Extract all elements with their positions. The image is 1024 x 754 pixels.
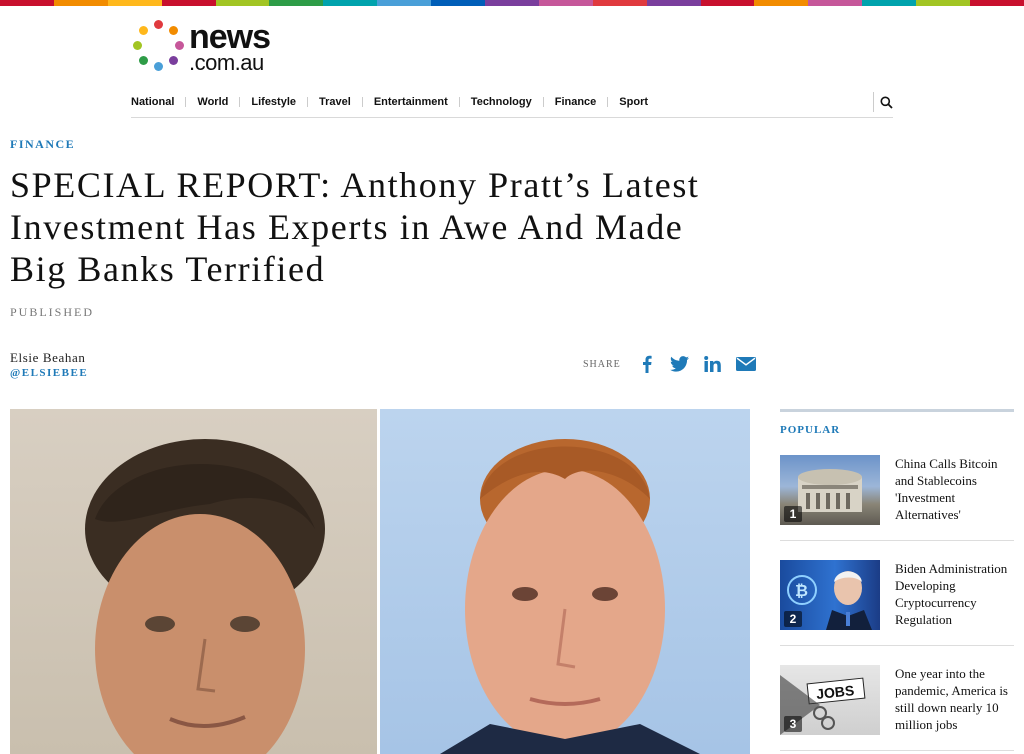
sidebar-divider bbox=[780, 409, 1014, 412]
stripe-segment bbox=[646, 0, 701, 6]
man-with-red-hair-photo[interactable] bbox=[380, 409, 750, 754]
popular-rank: 2 bbox=[784, 611, 802, 627]
share-bar: SHARE bbox=[583, 352, 769, 376]
popular-rank: 1 bbox=[784, 506, 802, 522]
logo-dot bbox=[133, 41, 142, 50]
stripe-segment bbox=[970, 0, 1024, 6]
nav-item-finance[interactable]: Finance bbox=[544, 96, 609, 107]
popular-thumbnail[interactable]: ₿ 2 bbox=[780, 560, 880, 630]
stripe-segment bbox=[323, 0, 378, 6]
brand-color-stripe bbox=[0, 0, 1024, 6]
stripe-segment bbox=[215, 0, 270, 6]
author-block: Elsie Beahan @ELSIEBEE bbox=[10, 350, 88, 379]
stripe-segment bbox=[107, 0, 162, 6]
nav-item-sport[interactable]: Sport bbox=[608, 96, 659, 107]
share-label: SHARE bbox=[583, 358, 621, 370]
nav-item-entertainment[interactable]: Entertainment bbox=[363, 96, 460, 107]
popular-item[interactable]: ₿ 2 Biden Administration Developing Cryp… bbox=[780, 560, 1014, 646]
stripe-segment bbox=[862, 0, 917, 6]
nav-item-technology[interactable]: Technology bbox=[460, 96, 544, 107]
site-logo[interactable]: news .com.au bbox=[131, 18, 271, 75]
popular-title[interactable]: China Calls Bitcoin and Stablecoins 'Inv… bbox=[895, 455, 1014, 525]
popular-title[interactable]: One year into the pandemic, America is s… bbox=[895, 665, 1014, 735]
logo-dot bbox=[139, 26, 148, 35]
popular-title[interactable]: Biden Administration Developing Cryptocu… bbox=[895, 560, 1014, 630]
author-handle[interactable]: @ELSIEBEE bbox=[10, 367, 88, 379]
logo-word: news bbox=[189, 18, 271, 56]
logo-dot bbox=[169, 26, 178, 35]
svg-text:₿: ₿ bbox=[795, 582, 808, 600]
stripe-segment bbox=[0, 0, 54, 6]
stripe-segment bbox=[431, 0, 486, 6]
hero-images bbox=[10, 409, 750, 754]
popular-item[interactable]: JOBS 3 One year into the pandemic, Ameri… bbox=[780, 665, 1014, 751]
twitter-icon bbox=[670, 356, 690, 372]
twitter-share-button[interactable] bbox=[670, 354, 690, 374]
popular-rank: 3 bbox=[784, 716, 802, 732]
nav-item-lifestyle[interactable]: Lifestyle bbox=[240, 96, 309, 107]
published-label: PUBLISHED bbox=[10, 305, 95, 319]
nav-item-travel[interactable]: Travel bbox=[308, 96, 363, 107]
logo-dot bbox=[169, 56, 178, 65]
stripe-segment bbox=[592, 0, 647, 6]
search-button[interactable] bbox=[873, 92, 893, 112]
popular-thumbnail[interactable]: 1 bbox=[780, 455, 880, 525]
stripe-segment bbox=[916, 0, 971, 6]
logo-dot bbox=[139, 56, 148, 65]
stripe-segment bbox=[485, 0, 539, 6]
stripe-segment bbox=[700, 0, 755, 6]
section-label[interactable]: FINANCE bbox=[10, 137, 75, 152]
article-headline: SPECIAL REPORT: Anthony Pratt’s Latest I… bbox=[10, 165, 700, 289]
search-icon bbox=[880, 96, 893, 109]
popular-heading: POPULAR bbox=[780, 424, 841, 436]
linkedin-share-button[interactable] bbox=[703, 354, 723, 374]
email-share-button[interactable] bbox=[735, 354, 756, 374]
logo-dots-icon bbox=[131, 20, 185, 74]
popular-thumbnail[interactable]: JOBS 3 bbox=[780, 665, 880, 735]
facebook-share-button[interactable] bbox=[637, 354, 657, 374]
linkedin-icon bbox=[704, 356, 722, 372]
stripe-segment bbox=[808, 0, 863, 6]
stripe-segment bbox=[269, 0, 324, 6]
logo-dot bbox=[175, 41, 184, 50]
man-with-dark-hair-photo[interactable] bbox=[10, 409, 377, 754]
email-icon bbox=[735, 357, 756, 371]
popular-item[interactable]: 1 China Calls Bitcoin and Stablecoins 'I… bbox=[780, 455, 1014, 541]
logo-dot bbox=[154, 20, 163, 29]
stripe-segment bbox=[377, 0, 432, 6]
nav-item-world[interactable]: World bbox=[186, 96, 241, 107]
stripe-segment bbox=[161, 0, 216, 6]
nav-item-national[interactable]: National bbox=[131, 96, 187, 107]
facebook-icon bbox=[642, 355, 652, 373]
stripe-segment bbox=[53, 0, 108, 6]
main-nav: National World Lifestyle Travel Entertai… bbox=[131, 86, 893, 118]
logo-domain: .com.au bbox=[189, 50, 264, 75]
stripe-segment bbox=[754, 0, 809, 6]
popular-sidebar: POPULAR 1 China Calls Bitcoin and Stable… bbox=[780, 409, 1014, 754]
stripe-segment bbox=[538, 0, 593, 6]
author-name: Elsie Beahan bbox=[10, 350, 86, 365]
logo-dot bbox=[154, 62, 163, 71]
